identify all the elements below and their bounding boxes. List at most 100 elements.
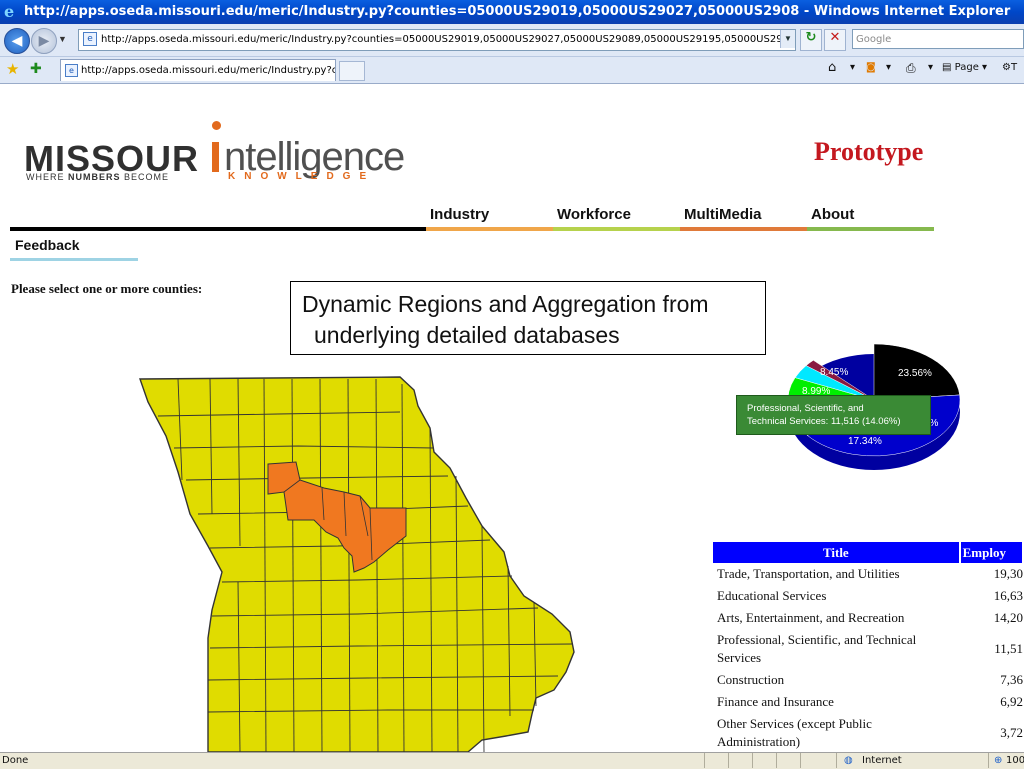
- favorites-star-icon[interactable]: ★: [6, 60, 19, 78]
- page-menu-button[interactable]: ▤ Page ▾: [942, 62, 987, 73]
- status-divider: [728, 753, 729, 768]
- feedback-underline: [10, 258, 138, 261]
- callout-box: Dynamic Regions and Aggregation from und…: [290, 281, 766, 355]
- table-cell-value: 7,36: [1000, 672, 1023, 687]
- stop-button[interactable]: ✕: [824, 29, 846, 51]
- back-button[interactable]: ◀: [4, 28, 30, 54]
- select-counties-label: Please select one or more counties:: [11, 281, 203, 296]
- internet-zone-icon: ◍: [844, 755, 853, 766]
- pie-label-1: 23.56%: [898, 368, 932, 379]
- table-cell-title: Arts, Entertainment, and Recreation: [717, 610, 905, 625]
- page-menu-icon: ▤: [942, 62, 952, 73]
- address-input[interactable]: e http://apps.oseda.missouri.edu/meric/In…: [78, 29, 796, 51]
- home-dropdown-icon[interactable]: ▾: [850, 62, 855, 73]
- tooltip-line-1: Professional, Scientific, and: [747, 403, 864, 414]
- nav-underline-industry: [426, 227, 553, 231]
- table-cell-title: Other Services (except Public Administra…: [717, 716, 872, 749]
- table-cell-value: 14,20: [993, 610, 1023, 625]
- industry-table-container: Title Employ Trade, Transportation, and …: [710, 538, 1024, 752]
- internet-zone-label: Internet: [862, 755, 902, 766]
- pie-label-4: 17.34%: [848, 436, 882, 447]
- table-cell-value: 3,72: [1000, 725, 1023, 740]
- internet-explorer-icon: e: [4, 1, 15, 21]
- page-icon: e: [83, 32, 97, 46]
- pie-label-3: 8.45%: [820, 367, 848, 378]
- tools-menu-button[interactable]: ⚙T: [1002, 62, 1017, 73]
- status-divider: [704, 753, 705, 768]
- status-divider: [752, 753, 753, 768]
- status-divider: [776, 753, 777, 768]
- logo-tagline-knowledge: KNOWLEDGE: [228, 171, 376, 182]
- forward-button[interactable]: ▶: [31, 28, 57, 54]
- table-row: Construction 7,36: [713, 669, 1023, 691]
- status-divider: [988, 753, 989, 768]
- industry-table: Title Employ Trade, Transportation, and …: [713, 542, 1024, 752]
- feedback-link[interactable]: Feedback: [15, 237, 80, 253]
- print-icon[interactable]: ⎙: [906, 61, 916, 76]
- pie-tooltip: Professional, Scientific, and Technical …: [736, 395, 931, 435]
- nav-underline-workforce: [553, 227, 680, 231]
- table-row: Trade, Transportation, and Utilities 19,3…: [713, 563, 1023, 585]
- tagline-where: WHERE: [26, 172, 68, 182]
- nav-about[interactable]: About: [811, 206, 854, 223]
- recent-pages-dropdown-icon[interactable]: ▼: [58, 34, 67, 44]
- address-toolbar: ◀ ▶ ▼ e http://apps.oseda.missouri.edu/me…: [0, 24, 1024, 57]
- refresh-button[interactable]: ↻: [800, 29, 822, 51]
- tools-menu-label: T: [1010, 62, 1018, 73]
- feeds-dropdown-icon[interactable]: ▾: [886, 62, 891, 73]
- page-icon: e: [65, 63, 78, 77]
- table-cell-value: 11,51: [994, 641, 1023, 656]
- tab-toolbar: ★ ✚ e http://apps.oseda.missouri.edu/meri…: [0, 57, 1024, 84]
- nav-workforce[interactable]: Workforce: [557, 206, 631, 223]
- table-row: Other Services (except Public Administra…: [713, 713, 1023, 752]
- page-menu-label: Page: [954, 62, 979, 73]
- table-cell-title: Finance and Insurance: [717, 694, 834, 709]
- logo-i-stem: [212, 142, 219, 172]
- logo-i-dot: [212, 121, 221, 130]
- prototype-badge: Prototype: [814, 137, 924, 166]
- print-dropdown-icon[interactable]: ▾: [928, 62, 933, 73]
- table-cell-value: 19,30: [993, 566, 1023, 581]
- table-cell-title: Educational Services: [717, 588, 827, 603]
- table-row: Finance and Insurance 6,92: [713, 691, 1023, 713]
- nav-multimedia[interactable]: MultiMedia: [684, 206, 762, 223]
- table-row: Educational Services 16,63: [713, 585, 1023, 607]
- callout-line-2: underlying detailed databases: [314, 322, 620, 348]
- browser-tab[interactable]: e http://apps.oseda.missouri.edu/meric/In…: [60, 59, 336, 81]
- zoom-level[interactable]: 100: [1006, 753, 1024, 769]
- tagline-become: BECOME: [120, 172, 170, 182]
- tooltip-line-2: Technical Services: 11,516 (14.06%): [747, 416, 901, 427]
- home-icon[interactable]: ⌂: [828, 60, 836, 75]
- add-favorite-icon[interactable]: ✚: [30, 60, 42, 77]
- table-cell-title: Professional, Scientific, and Technical …: [717, 632, 917, 665]
- tagline-numbers: NUMBERS: [68, 172, 121, 182]
- nav-divider: [10, 227, 426, 231]
- gear-icon: ⚙: [1002, 62, 1011, 73]
- zoom-icon[interactable]: ⊕: [994, 753, 1002, 769]
- nav-industry[interactable]: Industry: [430, 206, 489, 223]
- nav-underline-multimedia: [680, 227, 807, 231]
- window-title-bar: e http://apps.oseda.missouri.edu/meric/In…: [0, 0, 1024, 24]
- tab-label: http://apps.oseda.missouri.edu/meric/Ind…: [81, 65, 336, 76]
- address-dropdown-icon[interactable]: ▼: [780, 30, 795, 48]
- table-cell-value: 6,92: [1000, 694, 1023, 709]
- search-input[interactable]: Google: [852, 29, 1024, 49]
- status-text: Done: [2, 755, 29, 766]
- missouri-county-map[interactable]: [138, 376, 578, 752]
- table-row: Arts, Entertainment, and Recreation 14,20: [713, 607, 1023, 629]
- address-text: http://apps.oseda.missouri.edu/meric/Ind…: [101, 34, 796, 45]
- feeds-icon[interactable]: ◙: [866, 62, 876, 73]
- nav-underline-about: [807, 227, 934, 231]
- callout-line-1: Dynamic Regions and Aggregation from: [302, 291, 709, 317]
- table-cell-title: Trade, Transportation, and Utilities: [717, 566, 900, 581]
- table-header-title[interactable]: Title: [713, 542, 961, 563]
- new-tab-button[interactable]: [339, 61, 365, 81]
- status-divider: [800, 753, 801, 768]
- table-row: Professional, Scientific, and Technical …: [713, 629, 1023, 669]
- status-divider: [836, 753, 837, 768]
- logo-tagline: WHERE NUMBERS BECOME: [26, 172, 169, 182]
- table-cell-value: 16,63: [993, 588, 1023, 603]
- table-header-employment[interactable]: Employ: [959, 542, 1024, 563]
- status-bar: Done ◍ Internet ⊕ 100: [0, 752, 1024, 769]
- table-cell-title: Construction: [717, 672, 785, 687]
